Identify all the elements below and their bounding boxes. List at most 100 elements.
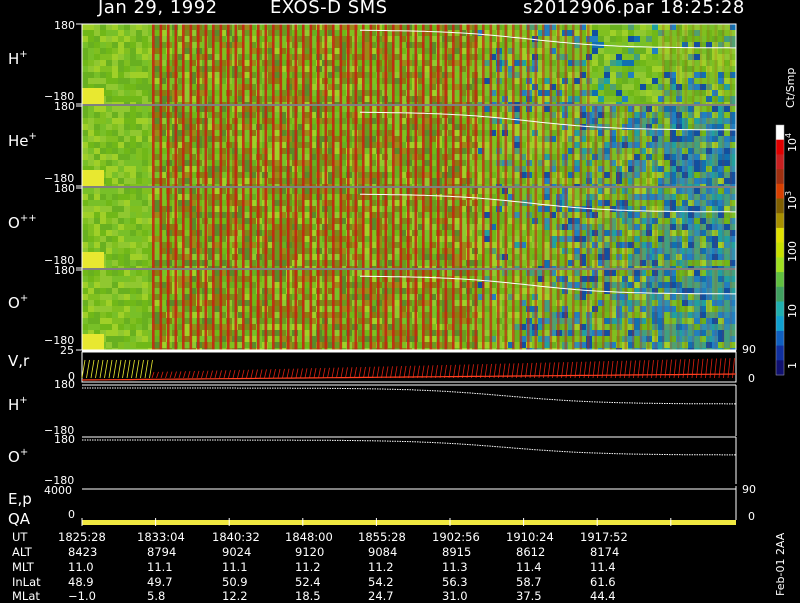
spectrogram-cell — [100, 30, 106, 36]
spectrogram-cell — [274, 84, 280, 90]
spectrogram-cell — [244, 24, 250, 30]
spectrogram-cell — [634, 160, 640, 166]
spectrogram-cell — [112, 266, 118, 268]
spectrogram-cell — [130, 294, 136, 300]
spectrogram-cell — [604, 200, 610, 206]
spectrogram-cell — [334, 194, 340, 200]
spectrogram-cell — [274, 106, 280, 112]
spectrogram-cell — [94, 48, 100, 54]
spectrogram-cell — [100, 294, 106, 300]
spectrogram-cell — [364, 172, 370, 178]
spectrogram-cell — [274, 42, 280, 48]
spectrogram-cell — [112, 42, 118, 48]
spectrogram-cell — [214, 96, 220, 102]
spectrogram-stripe — [370, 24, 373, 104]
spectrogram-cell — [646, 78, 652, 84]
spectrogram-cell — [214, 194, 220, 200]
spectrogram-cell — [130, 84, 136, 90]
spectrogram-stripe — [580, 188, 583, 268]
spectrogram-cell — [646, 96, 652, 102]
spectrogram-cell — [454, 24, 460, 30]
spectrogram-cell — [154, 142, 160, 148]
spectrogram-cell — [154, 318, 160, 324]
spectrogram-cell — [634, 254, 640, 260]
spectrogram-cell — [514, 48, 520, 54]
spectrogram-cell — [88, 154, 94, 160]
spectrogram-cell — [664, 60, 670, 66]
spectrogram-stripe — [670, 188, 673, 268]
spectrogram-cell — [106, 260, 112, 266]
spectrogram-cell — [118, 294, 124, 300]
spectrogram-cell — [592, 48, 598, 54]
spectrogram-cell — [118, 160, 124, 166]
spectrogram-cell — [634, 96, 640, 102]
spectrogram-cell — [88, 306, 94, 312]
spectrogram-cell — [604, 24, 610, 30]
spectrogram-cell — [130, 276, 136, 282]
spectrogram-cell — [484, 212, 490, 218]
spectrogram-cell — [184, 172, 190, 178]
spectrogram-cell — [184, 188, 190, 194]
spectrogram-cell — [694, 206, 700, 212]
spectrogram-cell — [694, 78, 700, 84]
spectrogram-cell — [694, 112, 700, 118]
spectrogram-cell — [106, 236, 112, 242]
spectrogram-cell — [136, 84, 142, 90]
spectrogram-cell — [106, 160, 112, 166]
spectrogram-cell — [640, 48, 646, 54]
spectrogram-cell — [142, 78, 148, 84]
spectrogram-stripe — [700, 24, 703, 104]
spectrogram-cell — [100, 36, 106, 42]
spectrogram-cell — [136, 24, 142, 30]
spectrogram-stripe — [182, 188, 185, 268]
spectrogram-cell — [130, 242, 136, 248]
spectrogram-cell — [118, 194, 124, 200]
spectrogram-cell — [118, 206, 124, 212]
spectrogram-cell — [694, 84, 700, 90]
spectrogram-cell — [634, 178, 640, 184]
spectrogram-cell — [364, 78, 370, 84]
spectrogram-cell — [484, 36, 490, 42]
spectrogram-cell — [724, 142, 730, 148]
spectrogram-cell — [124, 294, 130, 300]
spectrogram-cell — [574, 178, 580, 184]
spectrogram-cell — [274, 90, 280, 96]
spectrogram-cell — [94, 306, 100, 312]
spectrogram-cell — [514, 166, 520, 172]
spectrogram-cell — [124, 178, 130, 184]
spectrogram-cell — [136, 130, 142, 136]
spectrogram-cell — [598, 30, 604, 36]
spectrogram-cell — [142, 166, 148, 172]
spectrogram-cell — [124, 230, 130, 236]
spectrogram-cell — [82, 282, 88, 288]
spectrogram-cell — [94, 236, 100, 242]
spectrogram-cell — [334, 166, 340, 172]
spectrogram-cell — [94, 130, 100, 136]
spectrogram-cell — [136, 200, 142, 206]
spectrogram-cell — [112, 172, 118, 178]
spectrogram-cell — [274, 218, 280, 224]
spectrogram-stripe — [730, 188, 733, 268]
spectrogram-cell — [106, 118, 112, 124]
spectrogram-cell — [82, 60, 88, 66]
spectrogram-cell — [106, 90, 112, 96]
spectrogram-cell — [136, 148, 142, 154]
spectrogram-cell — [142, 42, 148, 48]
spectrogram-stripe — [212, 188, 215, 268]
spectrogram-cell — [622, 96, 628, 102]
spectrogram-cell — [154, 60, 160, 66]
spectrogram-cell — [82, 66, 88, 72]
spectrogram-cell — [130, 324, 136, 330]
spectrogram-cell — [514, 194, 520, 200]
spectrogram-cell — [154, 236, 160, 242]
spectrogram-cell — [724, 30, 730, 36]
spectrogram-cell — [106, 312, 112, 318]
spectrogram-cell — [592, 102, 598, 104]
spectrogram-cell — [112, 136, 118, 142]
spectrogram-cell — [610, 66, 616, 72]
spectrogram-cell — [244, 112, 250, 118]
spectrogram-cell — [244, 54, 250, 60]
spectrogram-cell — [124, 72, 130, 78]
spectrogram-cell — [100, 142, 106, 148]
spectrogram-stripe — [272, 24, 275, 104]
